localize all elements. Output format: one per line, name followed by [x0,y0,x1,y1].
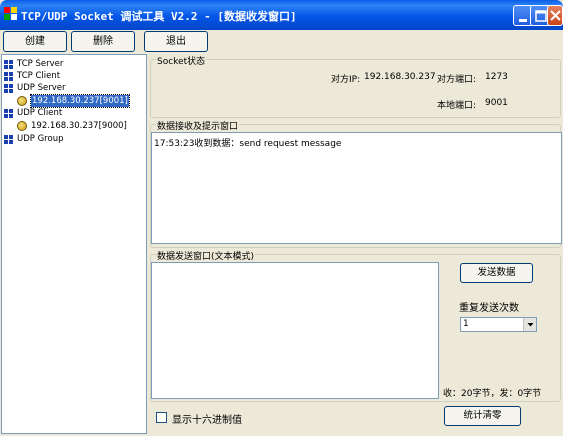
repeat-count-label: 重复发送次数 [459,303,519,314]
clear-stats-button[interactable]: 统计清零 [444,406,521,426]
send-data-button[interactable]: 发送数据 [460,263,533,283]
show-hex-checkbox[interactable] [156,412,167,423]
title-bar[interactable]: TCP/UDP Socket 调试工具 V2.2 - [数据收发窗口] [0,0,563,30]
repeat-count-select[interactable]: 1 [460,317,537,332]
peer-ip-label: 对方IP: [331,75,361,85]
send-textarea[interactable] [151,262,439,399]
local-port-label: 本地端口: [437,101,477,111]
receive-legend: 数据接收及提示窗口 [156,119,240,132]
window-title: TCP/UDP Socket 调试工具 V2.2 - [数据收发窗口] [21,10,297,23]
byte-stats: 收：20字节，发：0字节 [443,389,542,399]
network-icon [4,84,13,93]
peer-port-label: 对方端口: [437,75,477,85]
network-icon [4,72,13,81]
network-icon [4,109,13,118]
close-button[interactable] [547,5,563,26]
close-icon [550,10,561,21]
socket-status-group: Socket状态 [150,54,561,118]
exit-button[interactable]: 退出 [144,31,208,52]
show-hex-label: 显示十六进制值 [172,415,242,426]
network-icon [4,135,13,144]
repeat-count-value: 1 [463,319,469,329]
receive-log-line: 17:53:23收到数据：send request message [154,139,342,149]
delete-button[interactable]: 删除 [71,31,135,52]
local-port-value: 9001 [485,98,508,108]
receive-textarea[interactable]: 17:53:23收到数据：send request message [151,132,562,244]
create-button[interactable]: 创建 [3,31,67,52]
send-legend: 数据发送窗口(文本模式) [156,249,256,262]
socket-status-legend: Socket状态 [156,54,207,67]
connection-icon [17,121,27,131]
app-icon [4,7,18,21]
peer-ip-value: 192.168.30.237 [364,72,436,82]
chevron-down-icon[interactable] [523,318,536,331]
peer-port-value: 1273 [485,72,508,82]
socket-tree[interactable]: TCP Server TCP Client UDP Server 192.168… [1,54,147,434]
connection-icon [17,96,27,106]
network-icon [4,60,13,69]
